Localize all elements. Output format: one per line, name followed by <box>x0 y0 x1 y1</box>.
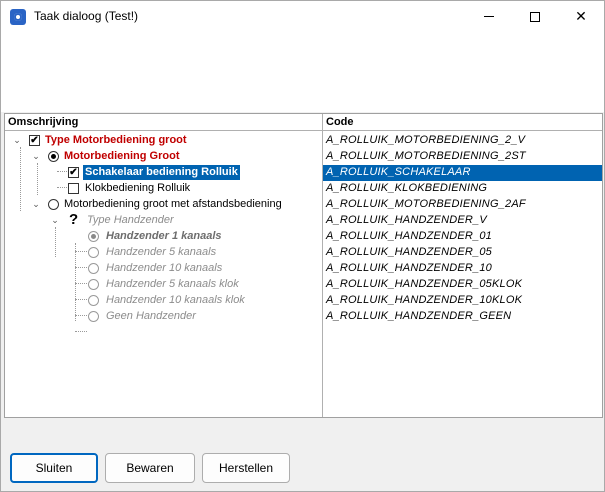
tree-row-label: Handzender 10 kanaals <box>106 262 223 274</box>
tree-row[interactable]: Geen Handzender A_ROLLUIK_HANDZENDER_GEE… <box>5 309 602 325</box>
tree-row-code: A_ROLLUIK_HANDZENDER_V <box>326 214 487 226</box>
tree-row-code: A_ROLLUIK_MOTORBEDIENING_2AF <box>326 198 526 210</box>
tree-row-label: Handzender 5 kanaals <box>106 246 217 258</box>
tree-row[interactable]: ⌄ Motorbediening groot met afstandsbedie… <box>5 197 602 213</box>
tree-row-label: Handzender 1 kanaals <box>106 230 222 242</box>
close-icon: ✕ <box>575 8 587 24</box>
tree-row-code: A_ROLLUIK_HANDZENDER_10 <box>326 262 492 274</box>
tree-row[interactable]: Handzender 10 kanaals klok A_ROLLUIK_HAN… <box>5 293 602 309</box>
close-window-button[interactable]: ✕ <box>558 1 604 32</box>
tree-row-label: Handzender 10 kanaals klok <box>106 294 245 306</box>
column-header-code[interactable]: Code <box>326 116 354 128</box>
app-icon <box>10 9 26 25</box>
restore-button[interactable]: Herstellen <box>202 453 290 483</box>
task-dialog-window: Taak dialoog (Test!) ✕ Omschrijving Code… <box>0 0 605 492</box>
question-icon: ? <box>69 211 79 228</box>
column-header-description[interactable]: Omschrijving <box>8 116 78 128</box>
save-button[interactable]: Bewaren <box>105 453 195 483</box>
tree-row-code: A_ROLLUIK_KLOKBEDIENING <box>326 182 488 194</box>
tree-row-code: A_ROLLUIK_SCHAKELAAR <box>326 166 471 178</box>
chevron-down-icon[interactable]: ⌄ <box>31 199 41 209</box>
tree-row-label: Type Handzender <box>87 214 174 226</box>
task-tree-grid[interactable]: Omschrijving Code ⌄ ✔ Type Motorbedienin… <box>4 113 603 418</box>
minimize-button[interactable] <box>466 1 512 32</box>
radio-unchecked[interactable] <box>88 311 99 322</box>
minimize-icon <box>484 16 494 17</box>
tree-row[interactable]: Handzender 1 kanaals A_ROLLUIK_HANDZENDE… <box>5 229 602 245</box>
close-button[interactable]: Sluiten <box>10 453 98 483</box>
chevron-down-icon[interactable]: ⌄ <box>50 215 60 225</box>
tree-row[interactable]: Klokbediening Rolluik A_ROLLUIK_KLOKBEDI… <box>5 181 602 197</box>
tree-row-label: Schakelaar bediening Rolluik <box>83 165 240 180</box>
window-title: Taak dialoog (Test!) <box>34 9 139 23</box>
checkbox-checked[interactable]: ✔ <box>68 167 79 178</box>
tree-row[interactable]: ⌄ ✔ Type Motorbediening groot A_ROLLUIK_… <box>5 133 602 149</box>
radio-checked[interactable] <box>88 231 99 242</box>
radio-unchecked[interactable] <box>88 247 99 258</box>
checkbox-unchecked[interactable] <box>68 183 79 194</box>
tree-row-code: A_ROLLUIK_HANDZENDER_01 <box>326 230 492 242</box>
maximize-icon <box>530 11 540 22</box>
tree-row-label: Motorbediening groot met afstandsbedieni… <box>64 198 282 210</box>
radio-unchecked[interactable] <box>48 199 59 210</box>
checkbox-checked[interactable]: ✔ <box>29 135 40 146</box>
tree-line <box>75 331 87 332</box>
tree-row-code: A_ROLLUIK_HANDZENDER_10KLOK <box>326 294 523 306</box>
tree-row-label: Handzender 5 kanaals klok <box>106 278 239 290</box>
tree-row-code: A_ROLLUIK_HANDZENDER_GEEN <box>326 310 512 322</box>
tree-row-label: Geen Handzender <box>106 310 196 322</box>
radio-unchecked[interactable] <box>88 295 99 306</box>
tree-row[interactable]: Handzender 5 kanaals klok A_ROLLUIK_HAND… <box>5 277 602 293</box>
tree-row-label: Type Motorbediening groot <box>45 134 187 146</box>
radio-unchecked[interactable] <box>88 263 99 274</box>
grid-header: Omschrijving Code <box>5 114 602 131</box>
radio-checked[interactable] <box>48 151 59 162</box>
tree-row[interactable]: ⌄ Motorbediening Groot A_ROLLUIK_MOTORBE… <box>5 149 602 165</box>
tree-row[interactable]: Handzender 5 kanaals A_ROLLUIK_HANDZENDE… <box>5 245 602 261</box>
tree-row-label: Motorbediening Groot <box>64 150 180 162</box>
radio-unchecked[interactable] <box>88 279 99 290</box>
tree-row-code: A_ROLLUIK_MOTORBEDIENING_2ST <box>326 150 526 162</box>
chevron-down-icon[interactable]: ⌄ <box>31 151 41 161</box>
tree-row-code: A_ROLLUIK_MOTORBEDIENING_2_V <box>326 134 526 146</box>
tree-row[interactable]: ⌄ ? Type Handzender A_ROLLUIK_HANDZENDER… <box>5 211 602 229</box>
tree-row-selected[interactable]: ✔ Schakelaar bediening Rolluik A_ROLLUIK… <box>5 165 602 181</box>
tree-row[interactable]: Handzender 10 kanaals A_ROLLUIK_HANDZEND… <box>5 261 602 277</box>
info-panel <box>1 32 604 112</box>
title-bar[interactable]: Taak dialoog (Test!) ✕ <box>1 1 604 32</box>
tree-row-label: Klokbediening Rolluik <box>85 182 191 194</box>
maximize-button[interactable] <box>512 1 558 32</box>
tree-row-code: A_ROLLUIK_HANDZENDER_05 <box>326 246 492 258</box>
chevron-down-icon[interactable]: ⌄ <box>12 135 22 145</box>
tree-row-code: A_ROLLUIK_HANDZENDER_05KLOK <box>326 278 523 290</box>
